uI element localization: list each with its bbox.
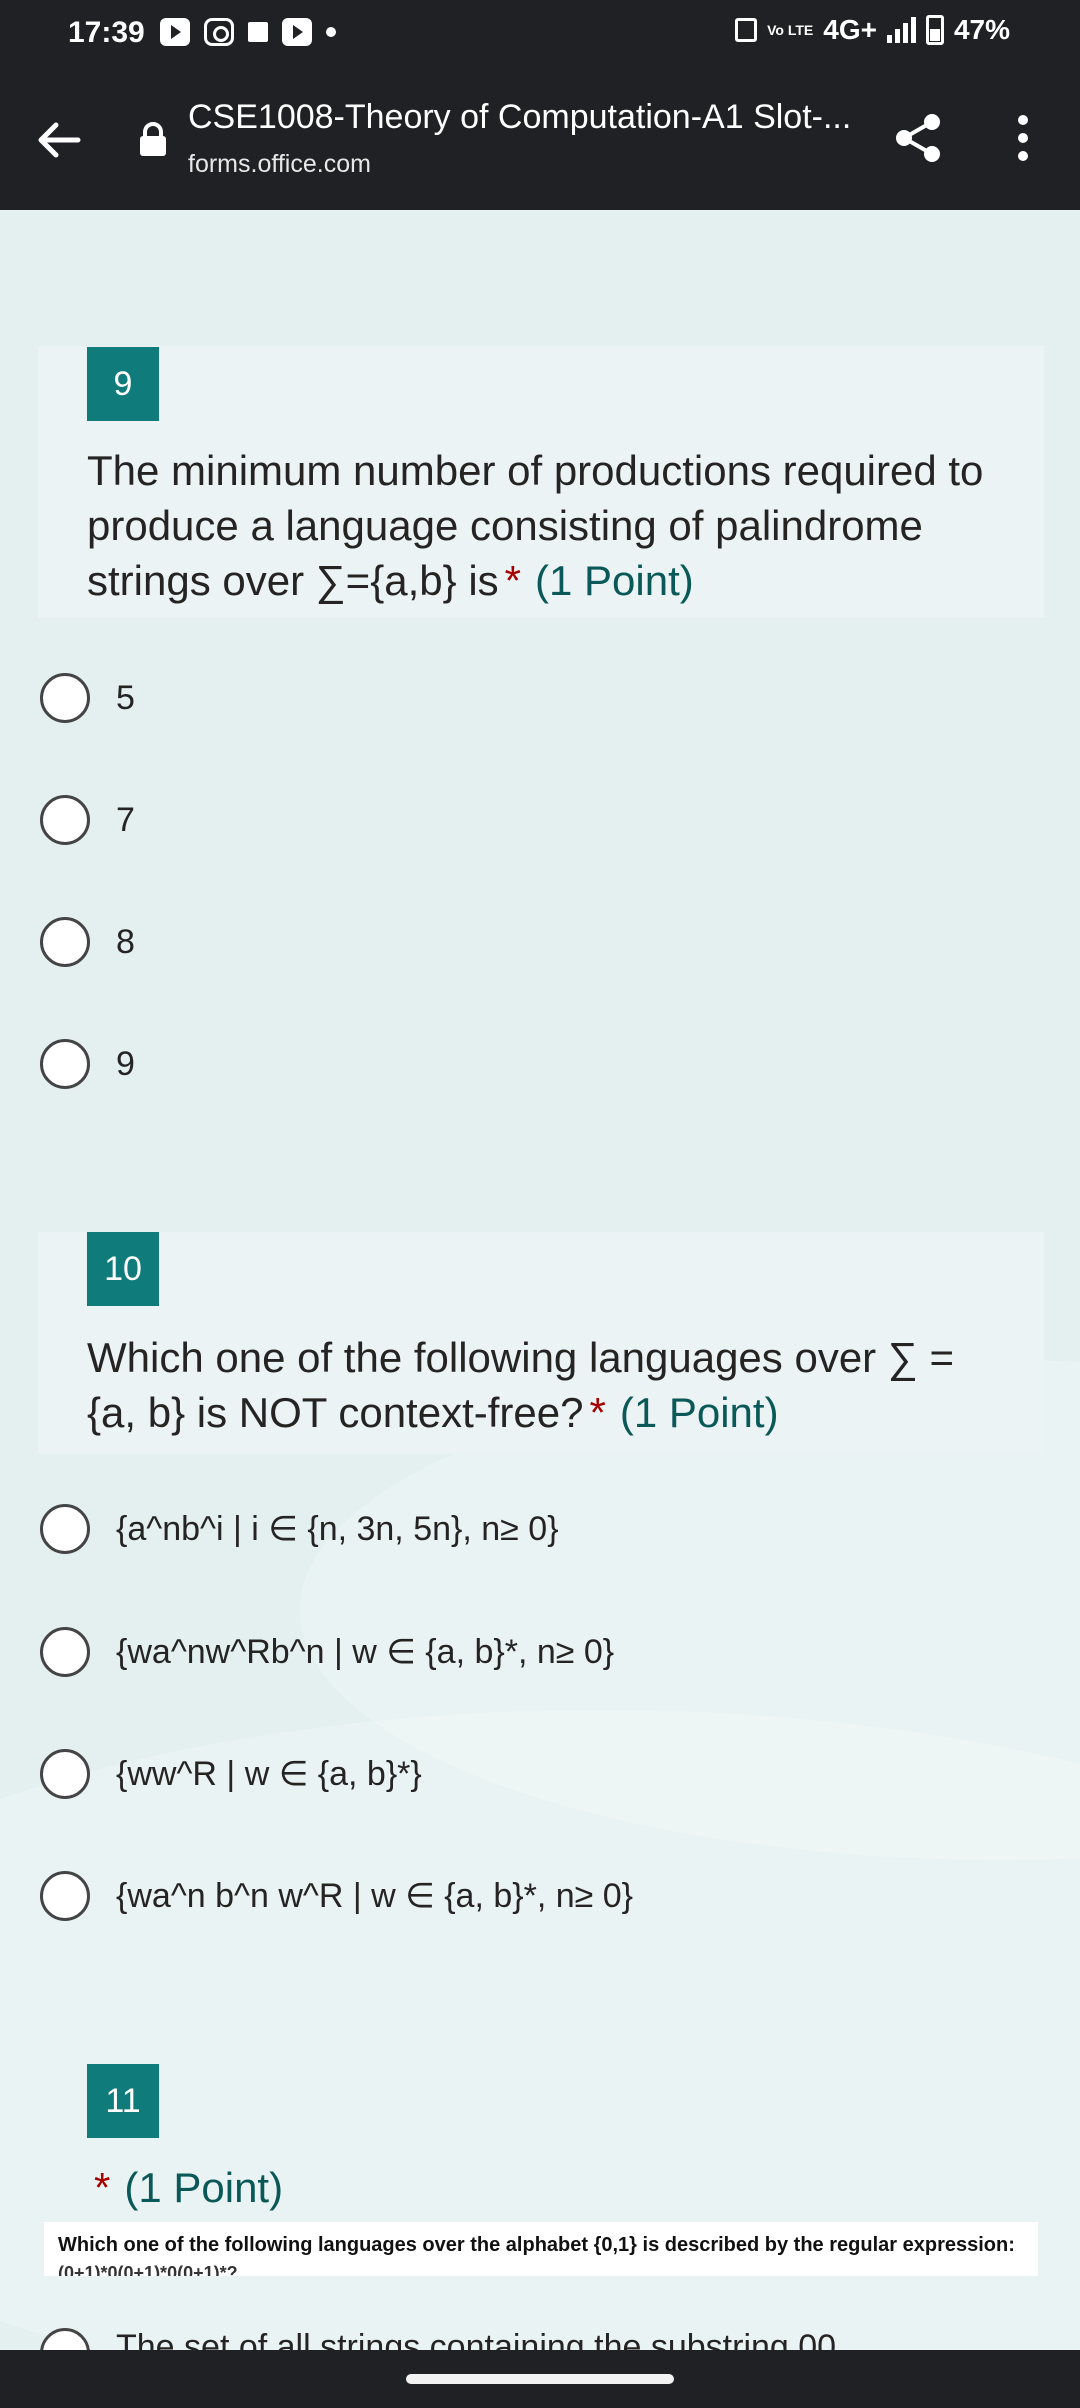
radio-button[interactable] <box>40 2328 90 2350</box>
option[interactable]: {ww^R | w ∈ {a, b}*} <box>40 1744 1040 1804</box>
option-label: 7 <box>116 800 135 839</box>
question-points: (1 Point) <box>124 2164 284 2211</box>
back-button[interactable] <box>30 110 90 170</box>
question-text: * (1 Point) <box>94 2160 1014 2215</box>
share-icon <box>896 114 940 162</box>
question-image-text: Which one of the following languages ove… <box>58 2234 1015 2256</box>
option[interactable]: 9 <box>40 1034 1040 1094</box>
signal-strength-icon <box>886 17 916 43</box>
option[interactable]: {wa^n b^n w^R | w ∈ {a, b}*, n≥ 0} <box>40 1866 1040 1926</box>
gift-notification-icon <box>248 22 268 42</box>
option-label: 9 <box>116 1044 135 1083</box>
more-notifications-dot-icon <box>326 27 336 37</box>
system-status: Vo LTE 4G+ 47% <box>735 14 1010 46</box>
option-label: {wa^n b^n w^R | w ∈ {a, b}*, n≥ 0} <box>116 1877 634 1915</box>
radio-button[interactable] <box>40 1749 90 1799</box>
question-points: (1 Point) <box>535 557 694 604</box>
radio-button[interactable] <box>40 673 90 723</box>
radio-button[interactable] <box>40 1504 90 1554</box>
option[interactable]: {a^nb^i | i ∈ {n, 3n, 5n}, n≥ 0} <box>40 1499 1040 1559</box>
option[interactable]: {wa^nw^Rb^n | w ∈ {a, b}*, n≥ 0} <box>40 1622 1040 1682</box>
radio-button[interactable] <box>40 795 90 845</box>
radio-button[interactable] <box>40 917 90 967</box>
battery-icon <box>925 15 944 45</box>
question-number: 9 <box>87 347 159 421</box>
question-image-expression: (0+1)*0(0+1)*0(0+1)*? <box>58 2263 238 2276</box>
option[interactable]: 8 <box>40 912 1040 972</box>
status-bar: 17:39 Vo LTE 4G+ 47% <box>0 0 1080 70</box>
page-url[interactable]: forms.office.com <box>188 150 371 179</box>
option[interactable]: 5 <box>40 668 1040 728</box>
radio-button[interactable] <box>40 1039 90 1089</box>
page-title[interactable]: CSE1008-Theory of Computation-A1 Slot-..… <box>188 98 851 137</box>
vibrate-icon <box>735 18 758 42</box>
notification-icons <box>160 18 336 46</box>
share-button[interactable] <box>888 108 948 168</box>
option-label: {a^nb^i | i ∈ {n, 3n, 5n}, n≥ 0} <box>116 1510 559 1548</box>
question-prompt: Which one of the following languages ove… <box>87 1334 954 1436</box>
status-time: 17:39 <box>68 16 145 49</box>
more-options-button[interactable] <box>1000 108 1046 168</box>
volte-indicator: Vo LTE <box>767 21 814 38</box>
system-navigation-bar <box>0 2350 1080 2408</box>
youtube-notification-icon-2 <box>282 18 312 46</box>
option-label: 8 <box>116 922 135 961</box>
browser-toolbar: CSE1008-Theory of Computation-A1 Slot-..… <box>0 70 1080 210</box>
option[interactable]: The set of all strings containing the su… <box>40 2328 1040 2350</box>
instagram-notification-icon <box>204 18 234 46</box>
lock-icon <box>140 122 166 156</box>
question-text: Which one of the following languages ove… <box>87 1330 1007 1440</box>
option-label: {wa^nw^Rb^n | w ∈ {a, b}*, n≥ 0} <box>116 1633 615 1671</box>
back-arrow-icon <box>38 122 81 158</box>
option-label: 5 <box>116 678 135 717</box>
required-mark: * <box>589 1389 606 1436</box>
battery-percentage: 47% <box>953 14 1010 45</box>
network-type: 4G+ <box>823 14 877 45</box>
more-vert-icon <box>1018 115 1028 161</box>
question-text: The minimum number of productions requir… <box>87 443 1007 608</box>
radio-button[interactable] <box>40 1871 90 1921</box>
option[interactable]: 7 <box>40 790 1040 850</box>
question-number: 11 <box>87 2064 159 2138</box>
question-image: Which one of the following languages ove… <box>44 2222 1038 2276</box>
question-number: 10 <box>87 1232 159 1306</box>
required-mark: * <box>94 2164 111 2211</box>
youtube-notification-icon <box>160 18 190 46</box>
question-points: (1 Point) <box>619 1389 779 1436</box>
option-label: The set of all strings containing the su… <box>116 2328 837 2350</box>
required-mark: * <box>504 557 522 604</box>
radio-button[interactable] <box>40 1627 90 1677</box>
option-label: {ww^R | w ∈ {a, b}*} <box>116 1755 422 1793</box>
gesture-handle[interactable] <box>406 2374 674 2384</box>
